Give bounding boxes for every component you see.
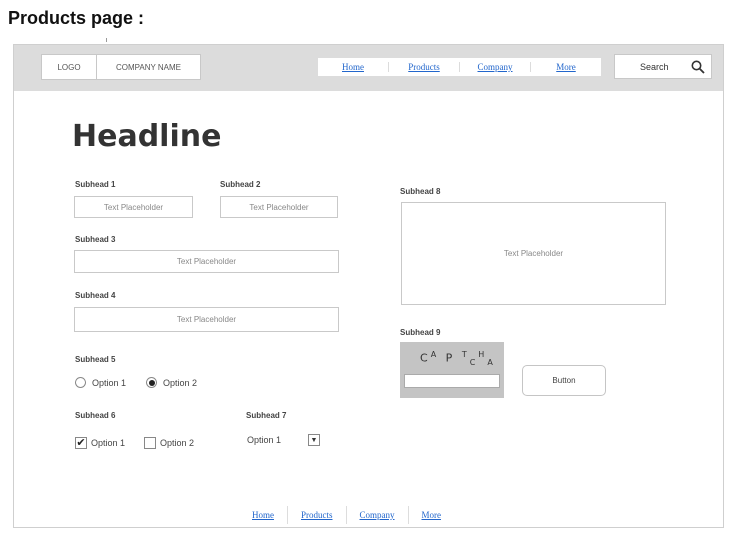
checkbox-option-2[interactable]: Option 2 [144, 437, 194, 449]
captcha-widget: CA P TCHA [400, 342, 504, 398]
subhead-4: Subhead 4 [75, 291, 116, 300]
nav-link-company[interactable]: Company [460, 62, 531, 72]
footer-nav: Home Products Company More [239, 505, 499, 525]
text-field-1[interactable]: Text Placeholder [74, 196, 193, 218]
text-area[interactable]: Text Placeholder [401, 202, 666, 305]
subhead-2: Subhead 2 [220, 180, 261, 189]
footer-link-home[interactable]: Home [239, 506, 288, 524]
nav-link-more[interactable]: More [531, 62, 601, 72]
checkbox-option-1[interactable]: ✔ Option 1 [75, 437, 125, 449]
radio-option-2[interactable]: Option 2 [146, 377, 197, 388]
nav-link-home[interactable]: Home [318, 62, 389, 72]
wireframe-frame: LOGO COMPANY NAME Home Products Company … [13, 44, 724, 528]
dropdown-arrow-icon[interactable]: ▼ [308, 434, 320, 446]
select-value[interactable]: Option 1 [247, 435, 281, 445]
footer-link-more[interactable]: More [409, 506, 455, 524]
page-caption: Products page : [8, 8, 145, 28]
footer-link-products[interactable]: Products [288, 506, 347, 524]
subhead-8: Subhead 8 [400, 187, 441, 196]
subhead-7: Subhead 7 [246, 411, 287, 420]
subhead-1: Subhead 1 [75, 180, 116, 189]
text-field-3[interactable]: Text Placeholder [74, 250, 339, 273]
checkbox-option-1-label: Option 1 [91, 438, 126, 448]
text-field-4[interactable]: Text Placeholder [74, 307, 339, 332]
nav-link-products[interactable]: Products [389, 62, 460, 72]
subhead-9: Subhead 9 [400, 328, 441, 337]
checkbox-option-2-label: Option 2 [160, 438, 195, 448]
subhead-5: Subhead 5 [75, 355, 116, 364]
subhead-3: Subhead 3 [75, 235, 116, 244]
captcha-image-text: CA P TCHA [420, 350, 496, 367]
radio-option-1[interactable]: Option 1 [75, 377, 126, 388]
radio-option-1-label: Option 1 [92, 377, 127, 388]
search-label: Search [640, 61, 669, 72]
captcha-input[interactable] [404, 374, 500, 388]
footer-link-company[interactable]: Company [347, 506, 409, 524]
top-navigation-bar: LOGO COMPANY NAME Home Products Company … [14, 45, 723, 91]
main-nav: Home Products Company More [318, 58, 601, 76]
radio-unselected-icon[interactable] [75, 377, 86, 388]
text-field-2[interactable]: Text Placeholder [220, 196, 338, 218]
radio-selected-icon[interactable] [146, 377, 157, 388]
submit-button[interactable]: Button [522, 365, 606, 396]
logo[interactable]: LOGO [42, 55, 97, 79]
divider-tick [106, 38, 107, 42]
search-icon[interactable] [691, 60, 705, 74]
subhead-6: Subhead 6 [75, 411, 116, 420]
search-input[interactable]: Search [614, 54, 712, 79]
page-headline: Headline [72, 119, 222, 154]
checkbox-empty-icon[interactable] [144, 437, 156, 449]
company-name: COMPANY NAME [115, 62, 182, 72]
checkmark-icon[interactable]: ✔ [75, 437, 87, 449]
radio-option-2-label: Option 2 [163, 377, 198, 388]
brand-box[interactable]: LOGO COMPANY NAME [41, 54, 201, 80]
